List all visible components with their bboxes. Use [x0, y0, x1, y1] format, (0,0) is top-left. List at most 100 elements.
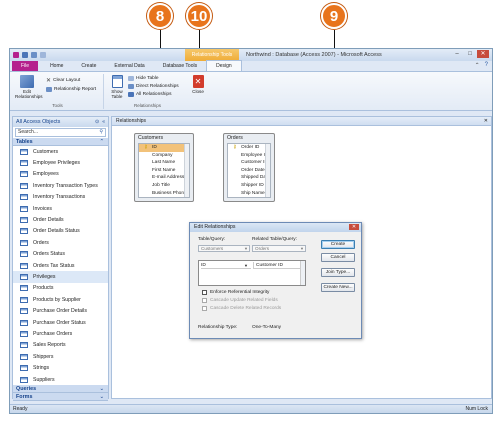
relationship-report-button[interactable]: Relationship Report [46, 87, 96, 92]
field-id[interactable]: ⚷ ID [139, 144, 189, 152]
cancel-button[interactable]: Cancel [321, 253, 355, 262]
table-name: Order Details Status [33, 228, 80, 235]
close-window-icon[interactable]: ✕ [477, 50, 489, 58]
nav-item-sales-reports[interactable]: Sales Reports [13, 340, 108, 351]
nav-item-inventory-transaction-types[interactable]: Inventory Transaction Types [13, 180, 108, 191]
direct-relationships-button[interactable]: Direct Relationships [128, 84, 179, 89]
edit-relationships-button[interactable]: Edit Relationships [15, 75, 43, 99]
create-button[interactable]: Create [321, 240, 355, 249]
tab-file[interactable]: File [12, 61, 39, 71]
tab-external-data[interactable]: External Data [105, 61, 153, 71]
customers-scrollbar[interactable] [184, 144, 189, 197]
create-new-button[interactable]: Create New... [321, 283, 355, 292]
tab-database-tools[interactable]: Database Tools [154, 61, 206, 71]
dialog-close-icon[interactable]: ✕ [349, 224, 359, 230]
nav-item-employee-privileges[interactable]: Employee Privileges [13, 157, 108, 168]
field-order-date[interactable]: Order Date [228, 167, 270, 175]
nav-item-order-details[interactable]: Order Details [13, 214, 108, 225]
table-name: Employees [33, 171, 59, 178]
minimize-icon[interactable]: – [451, 50, 463, 58]
nav-item-order-details-status[interactable]: Order Details Status [13, 226, 108, 237]
nav-item-privileges[interactable]: Privileges [13, 271, 108, 283]
nav-item-customers[interactable]: Customers [13, 146, 108, 157]
nav-item-strings[interactable]: Strings [13, 362, 108, 373]
nav-item-orders[interactable]: Orders [13, 237, 108, 248]
close-document-icon[interactable]: ✕ [484, 117, 488, 126]
field-job-title[interactable]: Job Title [139, 182, 189, 190]
nav-item-products[interactable]: Products [13, 283, 108, 294]
field-business-phone[interactable]: Business Phone [139, 190, 189, 197]
relationships-tab[interactable]: Relationships ✕ [112, 117, 491, 126]
undo-icon[interactable] [31, 52, 37, 58]
title-bar: Relationship Tools Northwind : Database … [10, 49, 492, 61]
ribbon: Edit Relationships ✕ Clear Layout Relati… [10, 72, 492, 111]
field-ship-name[interactable]: Ship Name [228, 190, 270, 197]
table-name: Purchase Order Status [33, 319, 86, 326]
field-order-id[interactable]: ⚷ Order ID [228, 144, 270, 152]
table-query-select[interactable]: Customers ▼ [198, 245, 250, 252]
nav-section-forms[interactable]: Forms ⌄ [13, 393, 108, 402]
nav-item-purchase-order-details[interactable]: Purchase Order Details [13, 305, 108, 316]
customers-table-box[interactable]: Customers ⚷ ID Company Last Name First Na… [134, 133, 194, 202]
cascade-update-checkbox[interactable]: Cascade Update Related Fields [202, 298, 278, 303]
related-table-query-select[interactable]: Orders ▼ [252, 245, 306, 252]
left-field-dropdown-icon[interactable]: ▼ [244, 262, 248, 269]
grid-scrollbar[interactable] [300, 261, 305, 285]
save-icon[interactable] [22, 52, 28, 58]
maximize-icon[interactable]: □ [464, 50, 476, 58]
nav-item-shippers[interactable]: Shippers [13, 351, 108, 362]
nav-item-employees[interactable]: Employees [13, 169, 108, 180]
field-email[interactable]: E-mail Address [139, 174, 189, 182]
nav-search-input[interactable]: Search... ⚲ [15, 128, 106, 137]
enforce-integrity-checkbox[interactable]: Enforce Referential Integrity [202, 290, 269, 295]
field-name: Company [152, 152, 173, 158]
field-shipped-date[interactable]: Shipped Date [228, 174, 270, 182]
edit-relationships-icon [20, 75, 34, 88]
checkbox-box [202, 290, 207, 295]
nav-item-purchase-order-status[interactable]: Purchase Order Status [13, 317, 108, 328]
dialog-title: Edit Relationships [194, 224, 236, 230]
nav-section-tables[interactable]: Tables ⌃ [13, 138, 108, 146]
search-icon[interactable]: ⚲ [99, 129, 103, 136]
nav-item-inventory-transactions[interactable]: Inventory Transactions [13, 192, 108, 203]
nav-search-placeholder: Search... [18, 129, 39, 135]
nav-header[interactable]: All Access Objects ⊙ « [13, 117, 108, 127]
clear-layout-button[interactable]: ✕ Clear Layout [46, 77, 80, 84]
close-relationships-button[interactable]: ✕ Close [188, 75, 208, 94]
field-name: Shipper ID [241, 182, 264, 188]
orders-table-title: Orders [227, 135, 243, 141]
field-employee-id[interactable]: Employee ID [228, 152, 270, 160]
nav-item-products-by-supplier[interactable]: Products by Supplier [13, 294, 108, 305]
right-field-cell[interactable]: Customer ID [253, 262, 301, 269]
help-icon[interactable]: ? [485, 62, 488, 69]
nav-menu-icon[interactable]: ⊙ [95, 119, 99, 125]
nav-item-orders-tax-status[interactable]: Orders Tax Status [13, 260, 108, 271]
collapse-ribbon-icon[interactable]: ⌃ [475, 62, 480, 69]
field-last-name[interactable]: Last Name [139, 159, 189, 167]
join-type-button[interactable]: Join Type... [321, 268, 355, 277]
orders-table-box[interactable]: Orders ⚷ Order ID Employee ID Customer ID… [223, 133, 275, 202]
table-name: Order Details [33, 217, 64, 224]
field-company[interactable]: Company [139, 152, 189, 160]
hide-table-button[interactable]: Hide Table [128, 76, 159, 81]
field-shipper-id[interactable]: Shipper ID [228, 182, 270, 190]
hide-table-icon [128, 76, 134, 81]
show-table-button[interactable]: Show Table [108, 75, 126, 99]
tab-create[interactable]: Create [72, 61, 105, 71]
field-customer-id[interactable]: Customer ID [228, 159, 270, 167]
all-relationships-button[interactable]: All Relationships [128, 92, 171, 97]
redo-icon[interactable] [40, 52, 46, 58]
nav-item-invoices[interactable]: Invoices [13, 203, 108, 214]
nav-item-purchase-orders[interactable]: Purchase Orders [13, 328, 108, 339]
nav-item-suppliers[interactable]: Suppliers [13, 374, 108, 385]
tab-design[interactable]: Design [206, 60, 242, 71]
nav-item-orders-status[interactable]: Orders Status [13, 249, 108, 260]
nav-section-queries[interactable]: Queries ⌄ [13, 385, 108, 394]
orders-scrollbar[interactable] [265, 144, 270, 197]
shutter-bar-icon[interactable]: « [102, 119, 105, 125]
tab-home[interactable]: Home [41, 61, 72, 71]
field-first-name[interactable]: First Name [139, 167, 189, 175]
customers-table-title: Customers [138, 135, 164, 141]
clear-layout-icon: ✕ [46, 78, 52, 84]
cascade-delete-checkbox[interactable]: Cascade Delete Related Records [202, 306, 281, 311]
